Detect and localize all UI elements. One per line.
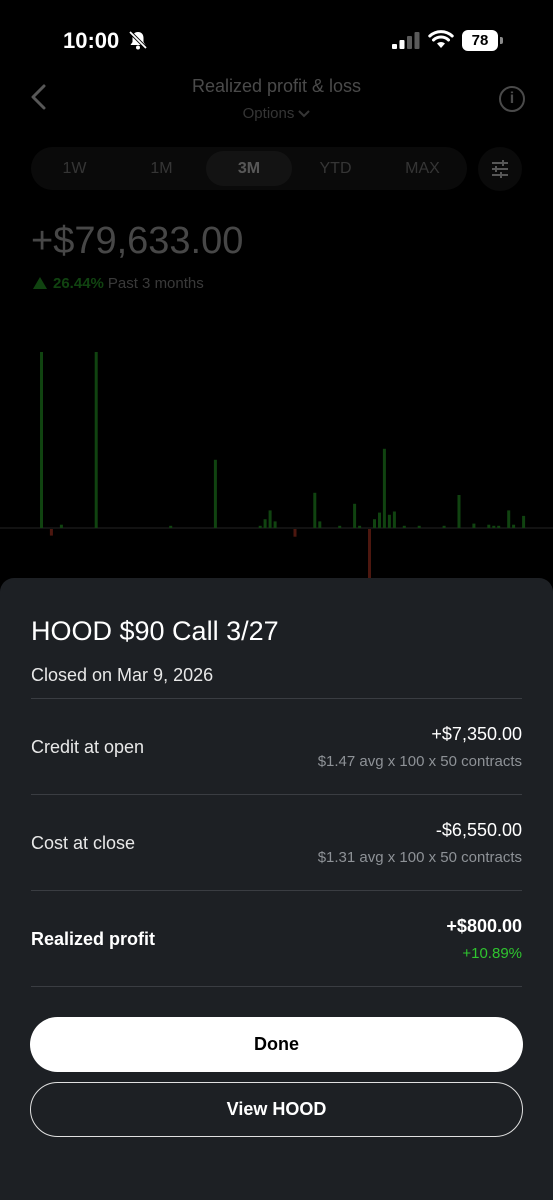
tab-1w-label: 1W — [62, 160, 87, 177]
pl-bar — [273, 521, 277, 528]
pl-bar — [293, 529, 297, 537]
cost-at-close-label: Cost at close — [31, 833, 136, 853]
divider — [31, 986, 522, 987]
up-arrow-icon — [33, 277, 47, 289]
pl-bar — [522, 515, 526, 528]
pl-bar — [442, 525, 446, 528]
tab-ytd[interactable]: YTD — [293, 151, 378, 186]
sliders-icon — [492, 160, 508, 178]
status-bar: 10:00 78 — [0, 0, 553, 80]
divider — [31, 794, 522, 795]
realized-profit-label: Realized profit — [31, 929, 156, 949]
pl-bar — [402, 525, 406, 528]
battery-indicator: 78 — [462, 30, 504, 51]
pl-bar — [392, 511, 396, 528]
pl-bar — [258, 525, 262, 528]
cost-at-close-detail: $1.31 avg x 100 x 50 contracts — [317, 849, 522, 866]
pl-bar — [382, 448, 386, 528]
tab-3m-label: 3M — [237, 160, 261, 177]
cellular-signal-icon — [392, 32, 420, 49]
category-dropdown-label: Options — [242, 105, 295, 122]
pl-bar — [268, 510, 272, 528]
closed-date: Closed on Mar 9, 2026 — [31, 665, 214, 685]
time-range-tabs: 1W 1M 3M YTD MAX — [31, 147, 467, 190]
change-percent: 26.44% — [53, 275, 104, 292]
pl-bar — [497, 525, 501, 528]
realized-profit-value: +$800.00 — [446, 916, 522, 936]
tab-1m-label: 1M — [150, 160, 173, 177]
credit-at-open-label: Credit at open — [31, 737, 145, 757]
tab-ytd-label: YTD — [319, 160, 352, 177]
filter-button[interactable] — [478, 147, 522, 191]
battery-level: 78 — [471, 32, 489, 49]
info-icon[interactable]: i — [499, 86, 525, 112]
sheet-title: HOOD $90 Call 3/27 — [31, 616, 279, 646]
tab-1w[interactable]: 1W — [32, 151, 117, 186]
pl-bar — [59, 524, 63, 528]
pl-bar — [213, 459, 217, 528]
pl-bar — [487, 524, 491, 528]
tab-3m[interactable]: 3M — [206, 151, 292, 186]
tab-max-label: MAX — [405, 160, 440, 177]
pl-bar — [318, 521, 322, 528]
pl-bar — [492, 525, 496, 528]
pl-bar — [169, 525, 173, 528]
done-button[interactable]: Done — [30, 1017, 523, 1072]
pl-bar — [338, 525, 342, 528]
pl-bar — [263, 519, 267, 528]
change-row: 26.44% Past 3 months — [33, 275, 204, 292]
pl-bar — [373, 519, 376, 528]
pl-bar-chart — [0, 352, 553, 579]
pl-bar — [40, 352, 43, 528]
tab-max[interactable]: MAX — [380, 151, 465, 186]
category-dropdown[interactable]: Options — [0, 105, 553, 122]
pl-bar — [313, 492, 317, 528]
pl-bar — [358, 525, 362, 528]
divider — [31, 698, 522, 699]
pl-bar — [378, 512, 381, 528]
pl-bar — [457, 495, 461, 528]
wifi-icon — [428, 30, 454, 48]
pl-bar — [417, 525, 421, 528]
pl-bar — [512, 524, 516, 528]
bell-slash-icon — [128, 30, 148, 50]
divider — [31, 890, 522, 891]
pl-bar — [472, 523, 476, 528]
cost-at-close-value: -$6,550.00 — [435, 820, 522, 840]
pl-bar — [507, 510, 511, 528]
status-time: 10:00 — [63, 28, 120, 53]
realized-profit-percent: +10.89% — [462, 945, 522, 962]
credit-at-open-value: +$7,350.00 — [431, 724, 522, 744]
chevron-down-icon — [298, 110, 311, 118]
pl-bar — [94, 352, 98, 528]
tab-1m[interactable]: 1M — [119, 151, 204, 186]
change-period: Past 3 months — [107, 275, 204, 292]
total-realized-value: +$79,633.00 — [31, 220, 244, 262]
pl-bar — [353, 503, 357, 528]
pl-bar — [387, 514, 391, 528]
view-hood-button[interactable]: View HOOD — [30, 1082, 523, 1137]
credit-at-open-detail: $1.47 avg x 100 x 50 contracts — [317, 753, 522, 770]
pl-bar — [368, 529, 371, 579]
pl-bar — [49, 529, 53, 536]
position-detail-sheet: HOOD $90 Call 3/27 Closed on Mar 9, 2026… — [0, 578, 553, 1200]
